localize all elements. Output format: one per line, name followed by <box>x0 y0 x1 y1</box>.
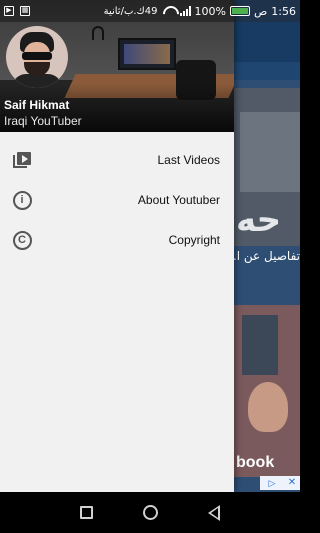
back-icon[interactable] <box>208 504 220 521</box>
menu-item-last-videos[interactable]: Last Videos <box>0 140 234 180</box>
ad-close-icon[interactable]: ✕ <box>284 476 300 490</box>
recent-apps-icon[interactable] <box>80 506 93 519</box>
avatar-glasses <box>22 52 52 60</box>
avatar-body <box>12 74 62 88</box>
time-suffix: ص <box>253 4 268 18</box>
ad-choices-icon[interactable]: ▷ <box>260 476 284 490</box>
copyright-icon: C <box>12 230 32 250</box>
notification-icon: ▶ <box>4 6 14 16</box>
thumbnail-caption: حه <box>236 200 282 240</box>
wifi-icon <box>162 6 176 16</box>
thumbnail-person <box>248 382 288 432</box>
status-bar: ▶ ▦ 49ك.ب/ثانية 100% ص 1:56 <box>0 0 300 22</box>
gallery-notification-icon: ▦ <box>20 6 30 16</box>
headphones-image <box>92 26 104 40</box>
system-navigation-bar <box>0 492 300 533</box>
cell-signal-icon <box>179 6 191 16</box>
navigation-drawer: Saif Hikmat Iraqi YouTuber Last Videos i… <box>0 0 234 492</box>
info-icon: i <box>12 190 32 210</box>
thumbnail-caption-2: book <box>236 454 275 471</box>
menu-item-about-youtuber[interactable]: i About Youtuber <box>0 180 234 220</box>
monitor-image <box>118 38 176 70</box>
thumbnail-image <box>240 112 300 192</box>
clock: 1:56 <box>271 4 296 18</box>
network-speed: 49ك.ب/ثانية <box>103 5 158 17</box>
status-left: ▶ ▦ <box>4 6 30 16</box>
menu-item-copyright[interactable]: C Copyright <box>0 220 234 260</box>
video-library-icon <box>12 150 32 170</box>
video-title[interactable]: تفاصيل عن ا... العراقي !! <box>234 248 300 264</box>
menu-item-label: About Youtuber <box>137 193 220 207</box>
battery-percent: 100% <box>194 4 226 18</box>
thumbnail-image-2 <box>242 315 278 375</box>
profile-name: Saif Hikmat <box>4 98 70 112</box>
menu-item-label: Copyright <box>168 233 220 247</box>
profile-subtitle: Iraqi YouTuber <box>4 114 82 128</box>
battery-icon <box>229 6 250 16</box>
drawer-menu: Last Videos i About Youtuber C Copyright <box>0 140 234 260</box>
avatar[interactable] <box>6 26 68 88</box>
status-right: 49ك.ب/ثانية 100% ص 1:56 <box>104 5 296 18</box>
home-icon[interactable] <box>143 505 158 520</box>
menu-item-label: Last Videos <box>157 153 221 167</box>
